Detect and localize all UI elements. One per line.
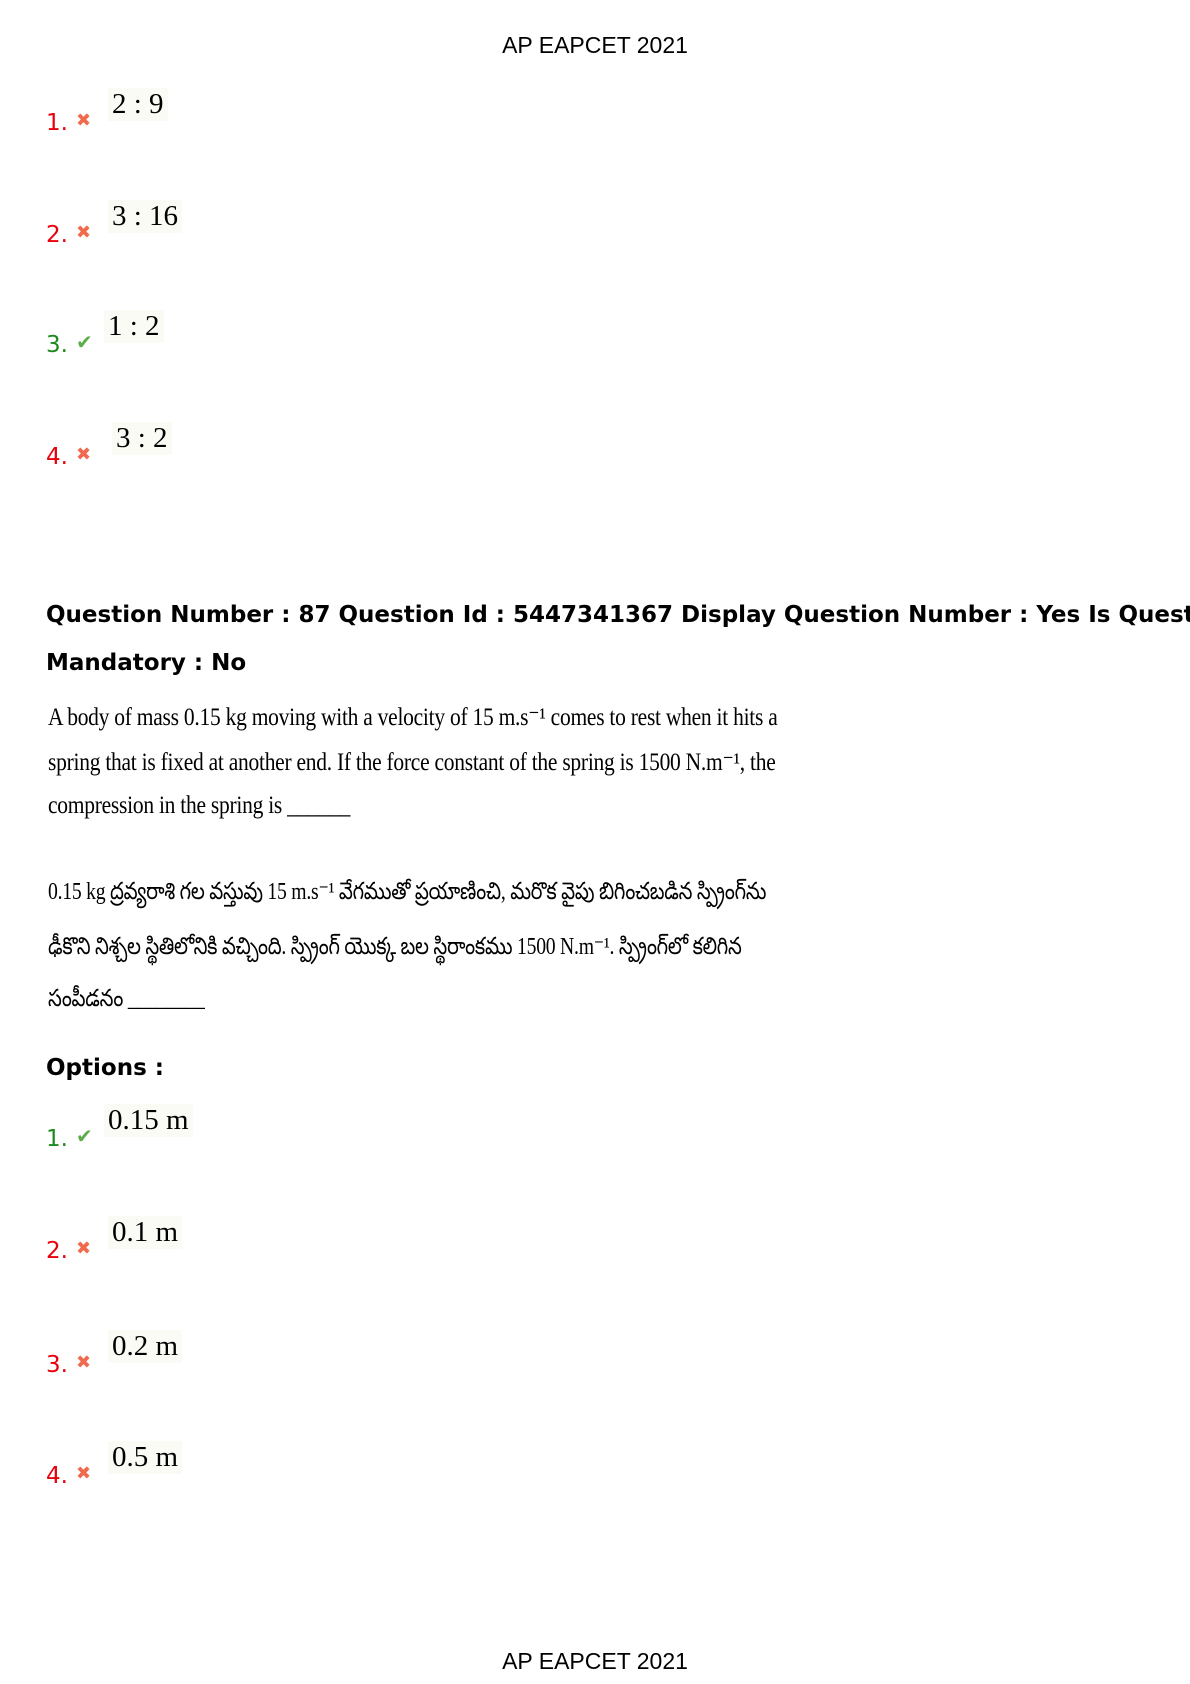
option-number: 4.	[46, 1463, 68, 1489]
option-value: 0.2 m	[108, 1330, 183, 1363]
cross-icon: ✖	[76, 222, 92, 243]
check-icon: ✔	[76, 330, 93, 354]
question-text-en-line: A body of mass 0.15 kg moving with a vel…	[48, 704, 778, 731]
option-number: 3.	[46, 1352, 68, 1378]
option-number: 2.	[46, 222, 68, 248]
options-label: Options :	[46, 1055, 164, 1081]
question-text-te-line: 0.15 kg ద్రవ్యరాశి గల వస్తువు 15 m.s⁻¹ వ…	[48, 879, 767, 905]
cross-icon: ✖	[76, 110, 92, 131]
option-number: 2.	[46, 1238, 68, 1264]
question-text-en-line: compression in the spring is ______	[48, 792, 351, 819]
question-text-en-line: spring that is fixed at another end. If …	[48, 749, 776, 776]
question-text-te-line: సంపీడనం ________	[48, 986, 205, 1012]
option-value: 0.15 m	[104, 1104, 193, 1137]
option-number: 3.	[46, 332, 68, 358]
cross-icon: ✖	[76, 444, 92, 465]
option-number: 4.	[46, 444, 68, 470]
question-mandatory: Mandatory : No	[46, 650, 247, 676]
question-meta: Question Number : 87 Question Id : 54473…	[46, 602, 1190, 628]
option-value: 0.5 m	[108, 1441, 183, 1474]
question-text-te-line: ఢీకొని నిశ్చల స్థితిలోనికి వచ్చింది. స్ప…	[48, 934, 742, 960]
option-value: 1 : 2	[104, 310, 164, 343]
page-header: AP EAPCET 2021	[502, 32, 688, 58]
option-value: 2 : 9	[108, 88, 168, 121]
page-footer: AP EAPCET 2021	[502, 1648, 688, 1674]
cross-icon: ✖	[76, 1463, 92, 1484]
option-value: 0.1 m	[108, 1216, 183, 1249]
option-number: 1.	[46, 1126, 68, 1152]
option-value: 3 : 16	[108, 200, 183, 233]
cross-icon: ✖	[76, 1238, 92, 1259]
cross-icon: ✖	[76, 1352, 92, 1373]
option-value: 3 : 2	[112, 422, 172, 455]
option-number: 1.	[46, 110, 68, 136]
check-icon: ✔	[76, 1124, 93, 1148]
